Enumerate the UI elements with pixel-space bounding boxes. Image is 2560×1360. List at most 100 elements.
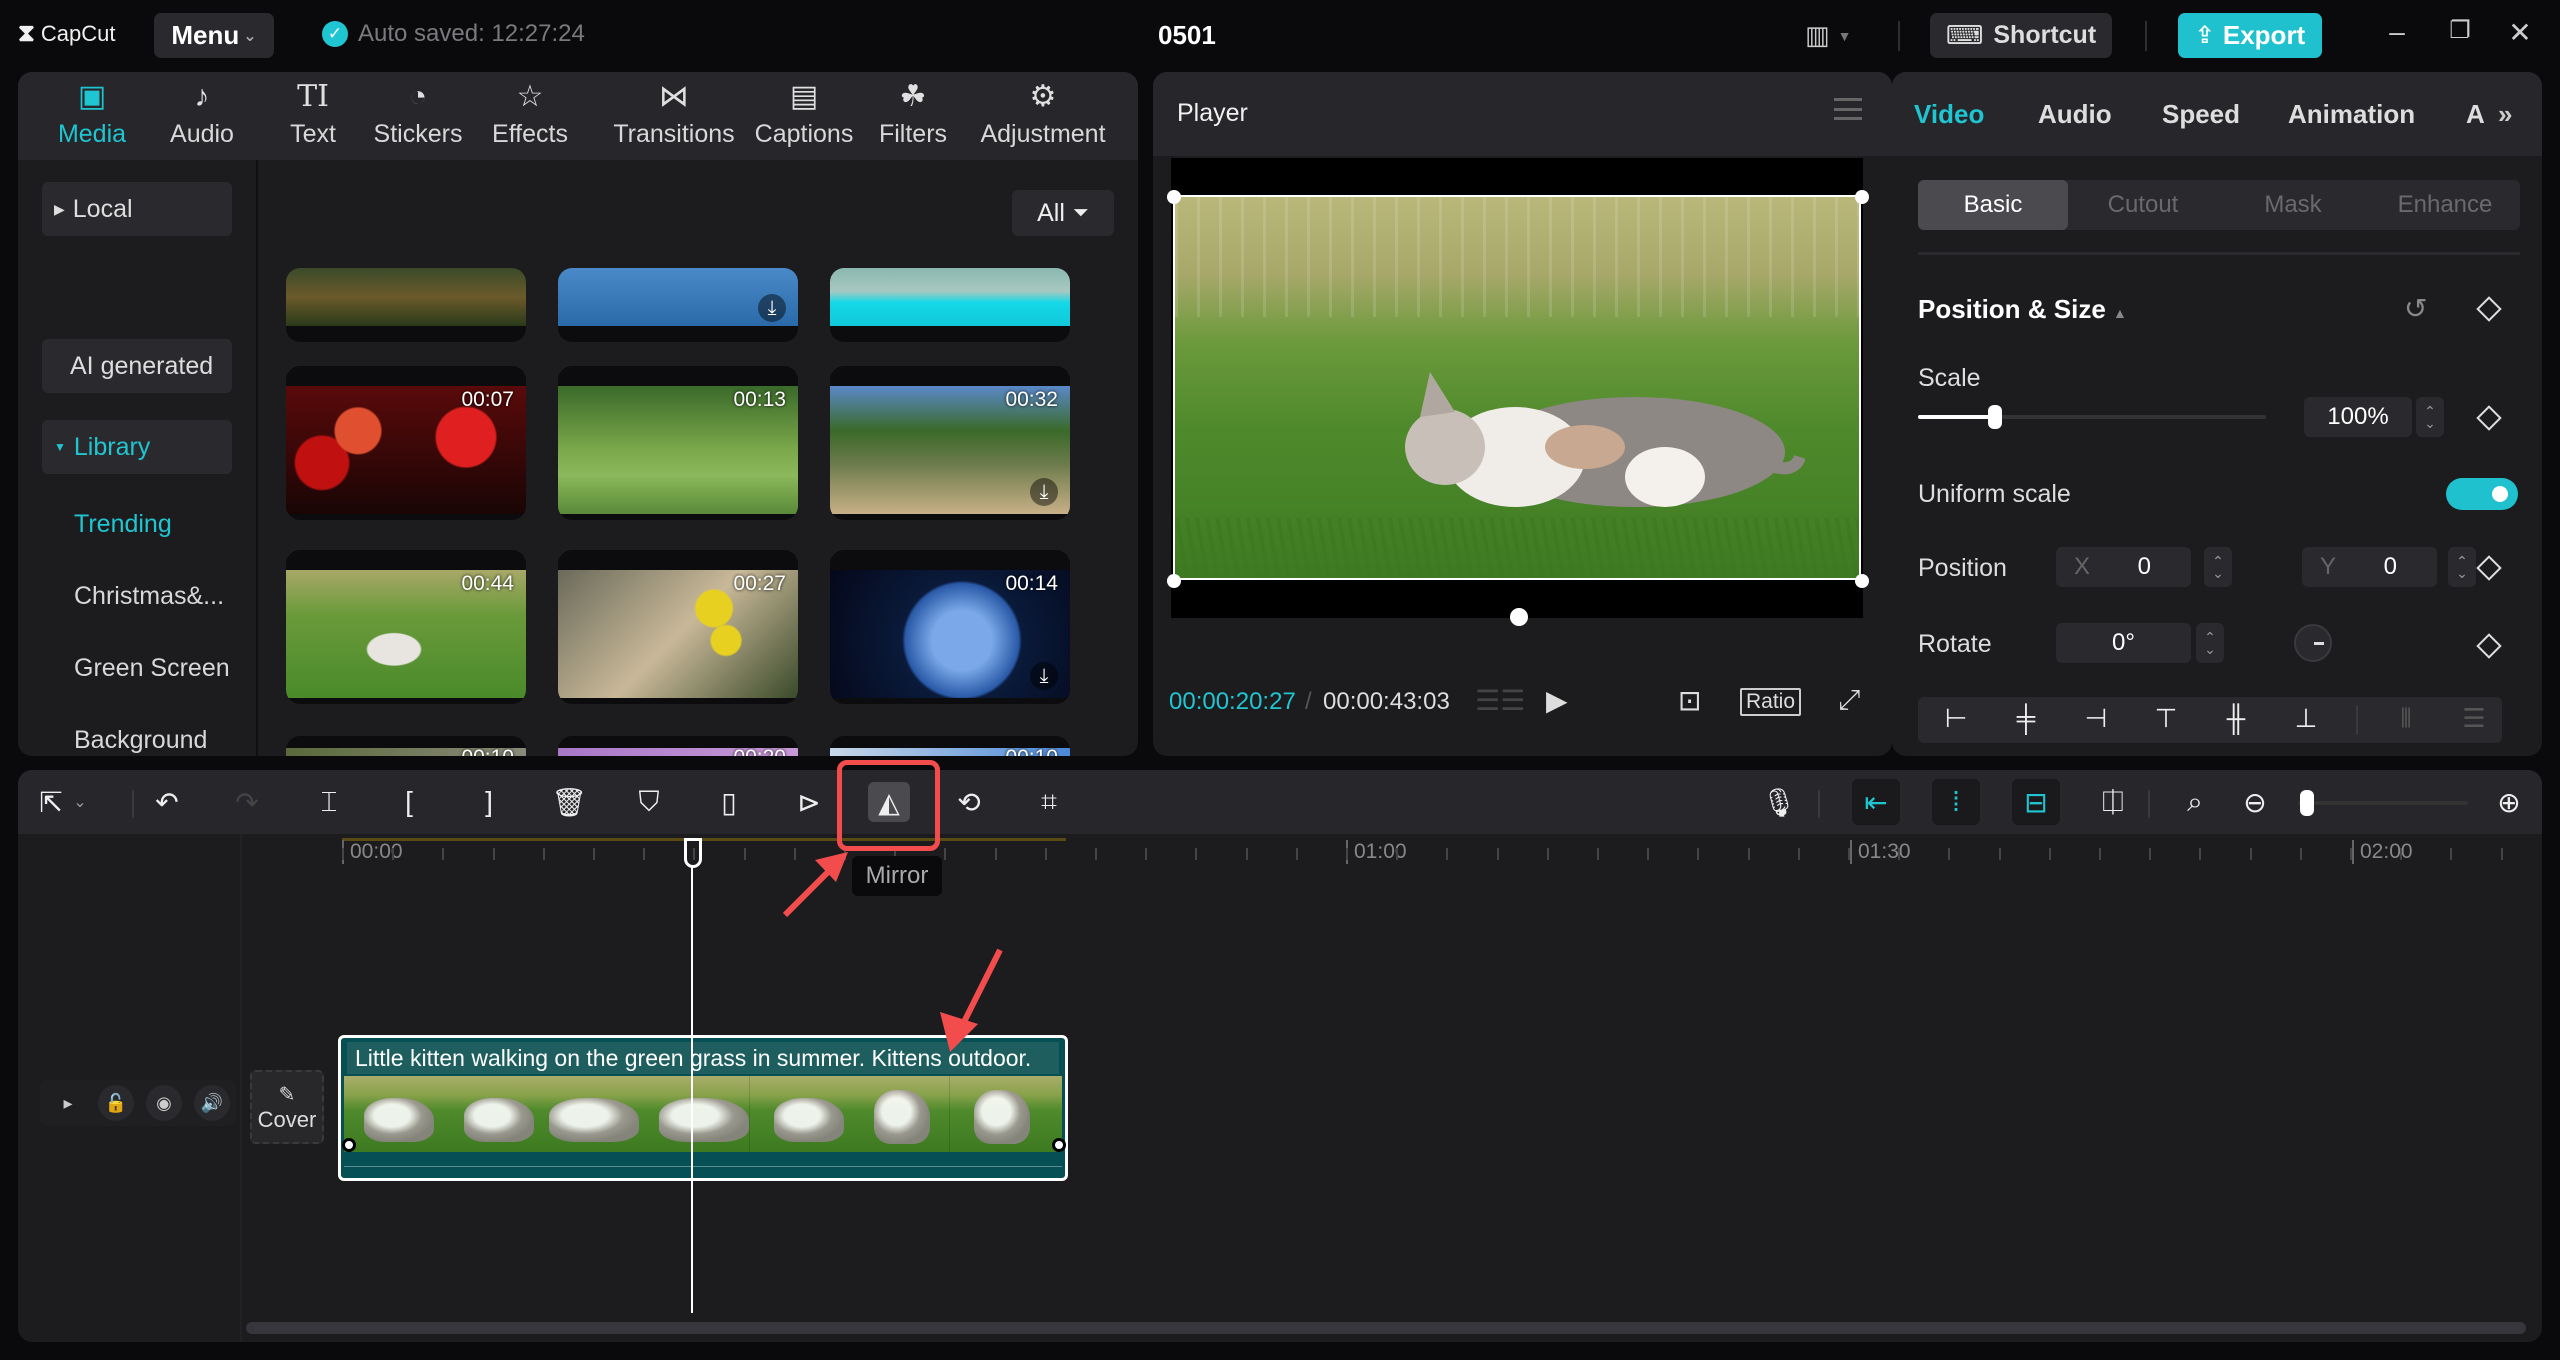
playhead-line[interactable]	[691, 866, 693, 1313]
fullscreen-icon[interactable]: ⤢	[1838, 684, 1860, 717]
restore-icon[interactable]: ❐	[2440, 16, 2480, 45]
media-thumbnail-partial[interactable]: 00:10	[286, 736, 526, 756]
video-clip[interactable]: Little kitten walking on the green grass…	[338, 1035, 1068, 1181]
tab-media[interactable]: ▣ Media	[54, 78, 130, 149]
reverse-icon[interactable]: ⊳	[788, 782, 830, 822]
delete-icon[interactable]: 🗑	[548, 782, 590, 822]
tab-video[interactable]: Video	[1914, 99, 1984, 130]
media-thumbnail-partial[interactable]: 00:10	[830, 736, 1070, 756]
rotate-input[interactable]: 0°	[2056, 623, 2191, 663]
split-left-icon[interactable]: [	[388, 782, 430, 822]
split-right-icon[interactable]: ]	[468, 782, 510, 822]
download-icon[interactable]: ⤓	[1030, 478, 1058, 506]
sidebar-item-green-screen[interactable]: Green Screen	[74, 654, 230, 683]
zoom-fit-icon[interactable]: ⊡	[1678, 684, 1701, 717]
timeline-zoom-thumb[interactable]	[2299, 790, 2314, 816]
tab-speed[interactable]: Speed	[2162, 99, 2240, 130]
main-track-magnet-icon[interactable]: ⁞	[1932, 779, 1980, 825]
tab-filters[interactable]: ☘ Filters	[868, 78, 958, 149]
resize-handle-tr[interactable]	[1855, 190, 1869, 204]
position-y-input[interactable]: Y 0	[2302, 547, 2437, 587]
rotate-dial[interactable]	[2294, 624, 2332, 662]
section-title[interactable]: Position & Size ▲	[1918, 294, 2127, 325]
rotate-icon[interactable]: ⟲	[948, 782, 990, 822]
scale-stepper[interactable]: ⌃ ⌄	[2416, 397, 2444, 437]
align-center-v-icon[interactable]: ╫	[2216, 703, 2256, 734]
media-thumbnail-partial[interactable]: 00:20	[558, 736, 798, 756]
uniform-scale-toggle[interactable]	[2446, 478, 2518, 510]
link-icon[interactable]: ⊟	[2012, 779, 2060, 825]
media-thumbnail-kids-playing[interactable]: 00:13	[558, 366, 798, 520]
tab-audio[interactable]: ♪ Audio	[162, 78, 242, 149]
split-preview-icon[interactable]: ⎅	[2092, 782, 2134, 822]
select-tool-icon[interactable]: ⇱	[30, 782, 72, 822]
chevron-down-icon[interactable]: ⌄	[68, 782, 92, 822]
export-button[interactable]: ⇪ Export	[2178, 13, 2322, 58]
position-x-input[interactable]: X 0	[2056, 547, 2191, 587]
resize-handle-tl[interactable]	[1167, 190, 1181, 204]
sidebar-item-christmas[interactable]: Christmas&...	[74, 582, 224, 611]
keyframe-icon[interactable]	[2476, 296, 2502, 322]
sidebar-item-local[interactable]: ▶ Local	[42, 182, 232, 236]
ratio-button[interactable]: Ratio	[1740, 688, 1802, 716]
work-area-bar[interactable]	[342, 838, 1066, 841]
cover-button[interactable]: ✎ Cover	[250, 1070, 324, 1144]
align-bottom-icon[interactable]: ⊥	[2286, 703, 2326, 734]
media-thumbnail-daffodils[interactable]: 00:27	[558, 550, 798, 704]
waveform-icon[interactable]: ☰☰	[1475, 684, 1525, 717]
align-top-icon[interactable]: ⊤	[2146, 703, 2186, 734]
track-thumbnail-icon[interactable]: ▸	[50, 1085, 86, 1121]
align-right-icon[interactable]: ⊣	[2076, 703, 2116, 734]
reset-icon[interactable]: ↺	[2404, 292, 2427, 325]
position-x-stepper[interactable]: ⌃ ⌄	[2204, 547, 2232, 587]
microphone-icon[interactable]: 🎙	[1758, 782, 1800, 822]
sidebar-item-trending[interactable]: Trending	[74, 510, 172, 539]
tab-audio[interactable]: Audio	[2038, 99, 2112, 130]
align-center-h-icon[interactable]: ╪	[2006, 703, 2046, 734]
media-thumbnail-forest[interactable]	[286, 268, 526, 342]
sidebar-item-ai-generated[interactable]: AI generated	[42, 339, 232, 393]
filter-button[interactable]: All ⏷	[1012, 190, 1114, 236]
zoom-in-icon[interactable]: ⊕	[2488, 782, 2530, 822]
video-frame[interactable]	[1173, 195, 1861, 580]
freeze-icon[interactable]: ▯	[708, 782, 750, 822]
media-thumbnail-fireworks[interactable]: 00:07	[286, 366, 526, 520]
clip-trim-handle-left[interactable]	[342, 1138, 356, 1152]
tab-stickers[interactable]: ◔ Stickers	[368, 78, 468, 149]
keyframe-icon[interactable]	[2476, 633, 2502, 659]
tab-animation[interactable]: Animation	[2288, 99, 2415, 130]
download-icon[interactable]: ⤓	[1030, 662, 1058, 690]
split-icon[interactable]: ⌶	[308, 782, 350, 822]
scale-input[interactable]: 100%	[2304, 397, 2412, 437]
menu-button[interactable]: Menu ⌄	[154, 13, 274, 58]
volume-icon[interactable]: 🔊	[194, 1085, 230, 1121]
keyframe-icon[interactable]	[2476, 555, 2502, 581]
lock-icon[interactable]: 🔓	[98, 1085, 134, 1121]
download-icon[interactable]: ⤓	[758, 294, 786, 322]
rotate-handle[interactable]	[1510, 608, 1528, 626]
hamburger-menu-icon[interactable]	[1834, 98, 1862, 120]
media-thumbnail-kitten[interactable]: 00:44	[286, 550, 526, 704]
scale-slider-thumb[interactable]	[1987, 405, 2002, 429]
rotate-stepper[interactable]: ⌃ ⌄	[2196, 623, 2224, 663]
sidebar-item-background[interactable]: Background	[74, 726, 207, 755]
tab-effects[interactable]: ☆ Effects	[486, 78, 574, 149]
zoom-to-fit-icon[interactable]: ⌕	[2174, 782, 2216, 822]
tab-adjust-more[interactable]: A	[2466, 99, 2485, 130]
subtab-cutout[interactable]: Cutout	[2068, 180, 2218, 230]
zoom-out-icon[interactable]: ⊖	[2234, 782, 2276, 822]
keyframe-icon[interactable]	[2476, 405, 2502, 431]
tab-text[interactable]: TI Text	[278, 78, 348, 149]
tab-captions[interactable]: ▤ Captions	[736, 78, 872, 149]
subtab-mask[interactable]: Mask	[2218, 180, 2368, 230]
crop-icon[interactable]: ⌗	[1028, 782, 1070, 822]
tab-transitions[interactable]: ⋈ Transitions	[594, 78, 754, 149]
shortcut-button[interactable]: ⌨ Shortcut	[1930, 13, 2112, 58]
layout-button[interactable]: ▥ ▼	[1805, 20, 1851, 51]
resize-handle-bl[interactable]	[1167, 574, 1181, 588]
preview-canvas[interactable]	[1167, 158, 1869, 626]
align-left-icon[interactable]: ⊢	[1936, 703, 1976, 734]
undo-icon[interactable]: ↶	[146, 782, 188, 822]
close-icon[interactable]: ✕	[2500, 16, 2540, 49]
timeline-zoom-slider[interactable]	[2298, 801, 2468, 805]
